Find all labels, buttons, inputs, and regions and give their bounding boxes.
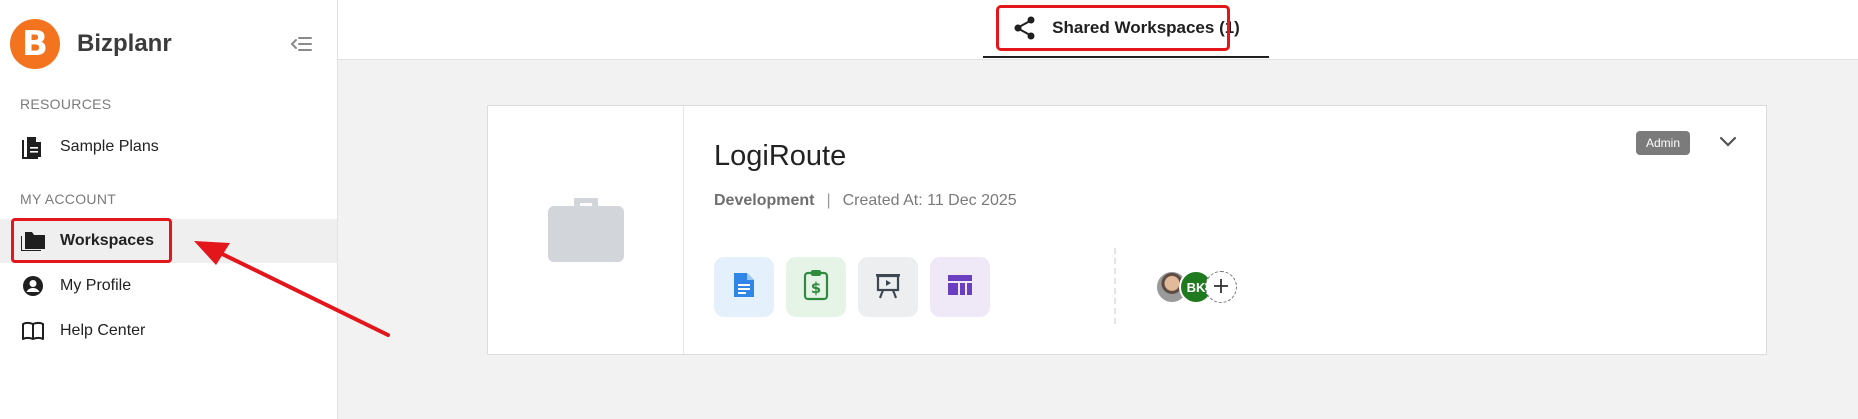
- workspace-meta: Development | Created At: 11 Dec 2025: [714, 192, 1017, 210]
- section-label-my-account: MY ACCOUNT: [20, 191, 117, 207]
- sidebar-item-label: Sample Plans: [60, 138, 159, 155]
- expand-button[interactable]: [1716, 132, 1740, 156]
- sidebar-item-label: Workspaces: [60, 232, 154, 249]
- pitch-deck-tool-button[interactable]: [858, 257, 918, 317]
- financials-tool-button[interactable]: $: [786, 257, 846, 317]
- presentation-board-icon: [874, 271, 902, 304]
- sidebar-item-sample-plans[interactable]: Sample Plans: [0, 125, 337, 169]
- collapse-sidebar-icon[interactable]: [290, 34, 314, 54]
- share-icon: [1012, 15, 1038, 41]
- business-plan-tool-button[interactable]: [714, 257, 774, 317]
- document-icon: [732, 271, 756, 304]
- workspace-stage: Development: [714, 192, 815, 209]
- book-icon: [20, 318, 46, 344]
- sidebar-item-help-center[interactable]: Help Center: [0, 309, 337, 353]
- top-tab-bar: Shared Workspaces (1): [338, 0, 1858, 60]
- workspace-members: BK: [1155, 270, 1237, 304]
- sidebar: B Bizplanr RESOURCES Sample Plans MY ACC…: [0, 0, 338, 419]
- sidebar-item-my-profile[interactable]: My Profile: [0, 264, 337, 308]
- workspace-card[interactable]: LogiRoute Development | Created At: 11 D…: [487, 105, 1767, 355]
- tab-shared-workspaces[interactable]: Shared Workspaces (1): [983, 0, 1269, 58]
- sidebar-item-label: Help Center: [60, 322, 146, 339]
- sidebar-item-workspaces[interactable]: Workspaces: [0, 219, 337, 263]
- svg-text:$: $: [811, 279, 821, 297]
- brand-logo[interactable]: B Bizplanr: [10, 19, 172, 69]
- clipboard-dollar-icon: $: [803, 269, 829, 306]
- tab-label: Shared Workspaces (1): [1052, 18, 1240, 37]
- logo-mark: B: [10, 19, 60, 69]
- role-badge: Admin: [1636, 131, 1691, 155]
- account-circle-icon: [20, 273, 46, 299]
- brand-name: Bizplanr: [77, 30, 172, 57]
- meta-separator: |: [826, 192, 831, 209]
- workspace-thumbnail: [488, 106, 684, 354]
- board-tool-button[interactable]: [930, 257, 990, 317]
- workspace-title[interactable]: LogiRoute: [714, 140, 846, 173]
- folder-icon: [20, 228, 46, 254]
- section-label-resources: RESOURCES: [20, 96, 112, 112]
- sidebar-item-label: My Profile: [60, 277, 132, 294]
- dashboard-layout-icon: [947, 274, 973, 301]
- document-icon: [20, 134, 46, 160]
- add-member-button[interactable]: [1205, 271, 1237, 303]
- chevron-down-icon: [1719, 135, 1737, 153]
- plus-icon: [1213, 274, 1229, 300]
- briefcase-icon: [547, 194, 624, 267]
- card-divider: [1114, 248, 1116, 324]
- workspace-tools: $: [714, 257, 1002, 317]
- workspace-created-date: Created At: 11 Dec 2025: [842, 192, 1017, 209]
